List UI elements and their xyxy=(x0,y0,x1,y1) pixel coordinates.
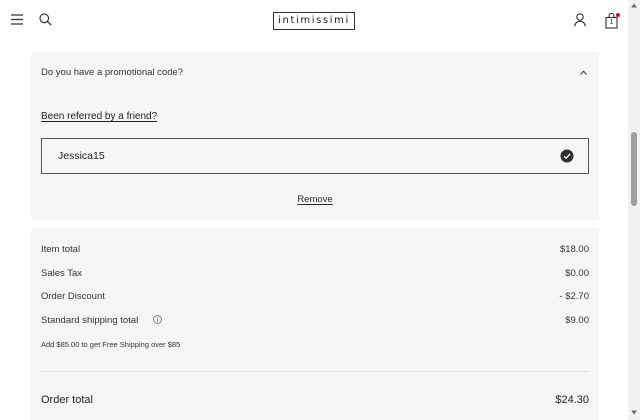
summary-row-order-discount: Order Discount - $2.70 xyxy=(41,291,589,302)
referred-friend-link[interactable]: Been referred by a friend? xyxy=(41,111,157,122)
chevron-up-icon[interactable] xyxy=(580,70,587,75)
user-icon[interactable] xyxy=(574,13,586,27)
summary-label: Order Discount xyxy=(41,291,105,302)
site-header: intimissimi 1 xyxy=(0,0,628,42)
promo-code-toggle[interactable]: Do you have a promotional code? xyxy=(41,67,183,78)
order-total-label: Order total xyxy=(41,394,93,406)
cart-notification-dot xyxy=(616,13,620,17)
search-icon[interactable] xyxy=(39,13,52,26)
scroll-up-arrow-icon[interactable] xyxy=(631,3,637,8)
summary-label: Standard shipping total xyxy=(41,315,139,326)
promo-code-panel: Do you have a promotional code? Been ref… xyxy=(31,52,599,220)
menu-icon[interactable] xyxy=(11,14,23,25)
summary-divider xyxy=(41,371,589,372)
check-circle-icon xyxy=(560,149,574,163)
remove-code-row: Remove xyxy=(31,194,599,205)
summary-row-shipping: Standard shipping total $9.00 xyxy=(41,315,589,326)
info-icon[interactable] xyxy=(153,315,162,324)
summary-value: $18.00 xyxy=(559,244,589,255)
page-scrollbar[interactable] xyxy=(628,0,640,420)
summary-label: Item total xyxy=(41,244,81,255)
summary-row-item-total: Item total $18.00 xyxy=(41,244,589,255)
summary-value: $9.00 xyxy=(565,315,589,326)
summary-label: Sales Tax xyxy=(41,268,83,279)
promo-code-input[interactable] xyxy=(41,138,589,174)
scroll-down-arrow-icon[interactable] xyxy=(631,410,637,415)
order-summary-panel: Item total $18.00 Sales Tax $0.00 Order … xyxy=(31,228,599,420)
summary-value: $0.00 xyxy=(565,268,589,279)
order-total-value: $24.30 xyxy=(555,394,589,406)
order-total-row: Order total $24.30 xyxy=(41,394,589,406)
summary-value: - $2.70 xyxy=(559,291,589,302)
summary-row-sales-tax: Sales Tax $0.00 xyxy=(41,268,589,279)
scrollbar-thumb[interactable] xyxy=(631,132,637,206)
remove-code-link[interactable]: Remove xyxy=(297,194,332,205)
brand-logo[interactable]: intimissimi xyxy=(273,12,355,30)
free-shipping-note: Add $85.00 to get Free Shipping over $85 xyxy=(41,340,181,349)
cart-count: 1 xyxy=(609,19,614,26)
